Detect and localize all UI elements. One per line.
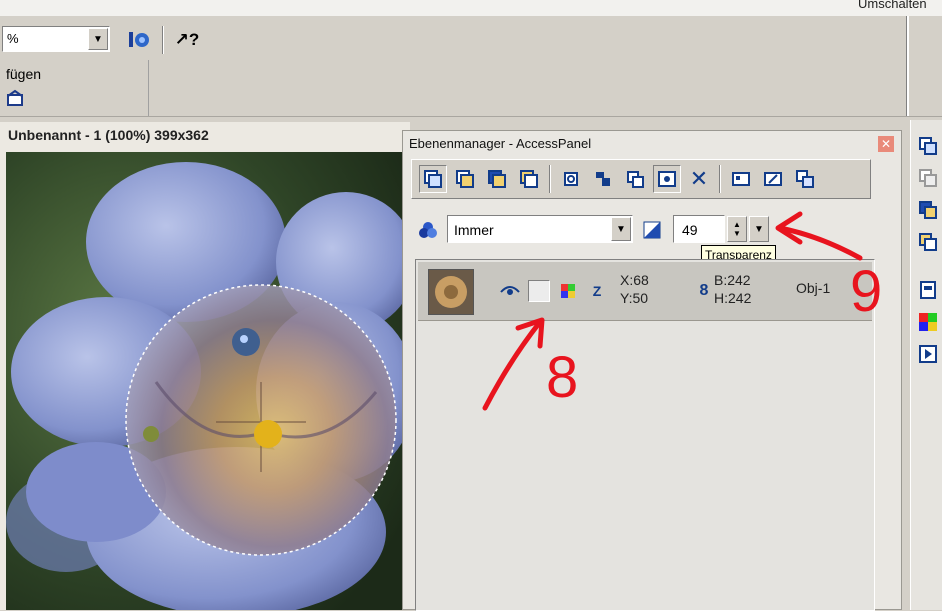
transparency-spinner[interactable]: ▲ ▼ [727,216,747,242]
blend-toggle-icon[interactable]: Z [586,280,608,302]
delete-icon[interactable]: ✕ [685,165,713,193]
group-icon[interactable] [791,165,819,193]
layer-copy-icon[interactable] [916,134,940,158]
zoom-combo[interactable]: % ▼ [2,26,110,52]
layer-name: Obj-1 [796,280,831,296]
transparency-dropdown[interactable]: ▼ [749,216,769,242]
color-icon[interactable] [558,280,578,302]
layer-mask-icon[interactable] [653,165,681,193]
blend-mode-select[interactable]: Immer ▼ [447,215,633,243]
layer-front-icon[interactable] [916,230,940,254]
document-title: Unbenannt - 1 (100%) 399x362 [8,127,209,143]
help-pointer-icon[interactable]: ↗? [170,26,204,54]
layer-search-icon[interactable] [557,165,585,193]
play-icon[interactable] [916,342,940,366]
blend-mode-value: Immer [454,222,494,238]
annotation-label-9: 9 [850,259,883,324]
chevron-down-icon[interactable]: ▼ [88,28,108,50]
toggle-label[interactable]: Umschalten [858,0,927,11]
layer-height: H:242 [714,290,752,306]
flower-image [6,152,410,610]
top-strip [0,0,942,16]
layer-merge-icon[interactable] [916,198,940,222]
annotation-label-8: 8 [546,345,579,410]
properties-icon[interactable] [727,165,755,193]
lock-checkbox[interactable] [528,280,550,302]
document-icon[interactable] [916,278,940,302]
close-icon[interactable]: ✕ [878,136,894,152]
layer-copy-icon[interactable] [419,165,447,193]
layer-front-icon[interactable] [515,165,543,193]
layer-y: Y:50 [620,290,649,306]
separator [549,165,551,193]
document-window: Unbenannt - 1 (100%) 399x362 [0,122,410,610]
toolbar-right-edge [906,16,909,116]
separator [162,26,164,54]
color-palette-icon[interactable] [916,310,940,334]
layer-x: X:68 [620,272,649,288]
transparency-input[interactable]: 49 [673,215,725,243]
layer-list: Z X:68 Y:50 8 B:242 H:242 Obj-1 [415,259,875,611]
link-icon[interactable]: 8 [696,280,712,302]
paste-label: fügen [6,66,42,82]
edit-icon[interactable] [759,165,787,193]
separator [719,165,721,193]
blend-mode-icon [417,219,439,241]
document-canvas[interactable] [6,152,410,610]
layer-align-icon[interactable] [589,165,617,193]
visibility-eye-icon[interactable] [498,280,522,302]
zoom-value: % [7,31,19,46]
paste-icon[interactable] [4,88,26,108]
toolbar-divider [148,60,149,116]
chevron-down-icon[interactable]: ▼ [611,217,631,241]
layer-manager-panel: Ebenenmanager - AccessPanel ✕ ✕ Immer ▼ … [402,130,902,611]
transparency-icon [641,219,663,241]
layer-row[interactable]: Z X:68 Y:50 8 B:242 H:242 Obj-1 [418,262,872,321]
layer-new-icon[interactable] [451,165,479,193]
panel-title: Ebenenmanager - AccessPanel [409,136,592,151]
layer-thumbnail [428,269,474,315]
transparency-value: 49 [682,222,698,238]
layer-width: B:242 [714,272,751,288]
layer-new-icon[interactable] [916,166,940,190]
layer-merge-icon[interactable] [483,165,511,193]
layers-icon[interactable] [124,26,156,54]
layer-duplicate-icon[interactable] [621,165,649,193]
